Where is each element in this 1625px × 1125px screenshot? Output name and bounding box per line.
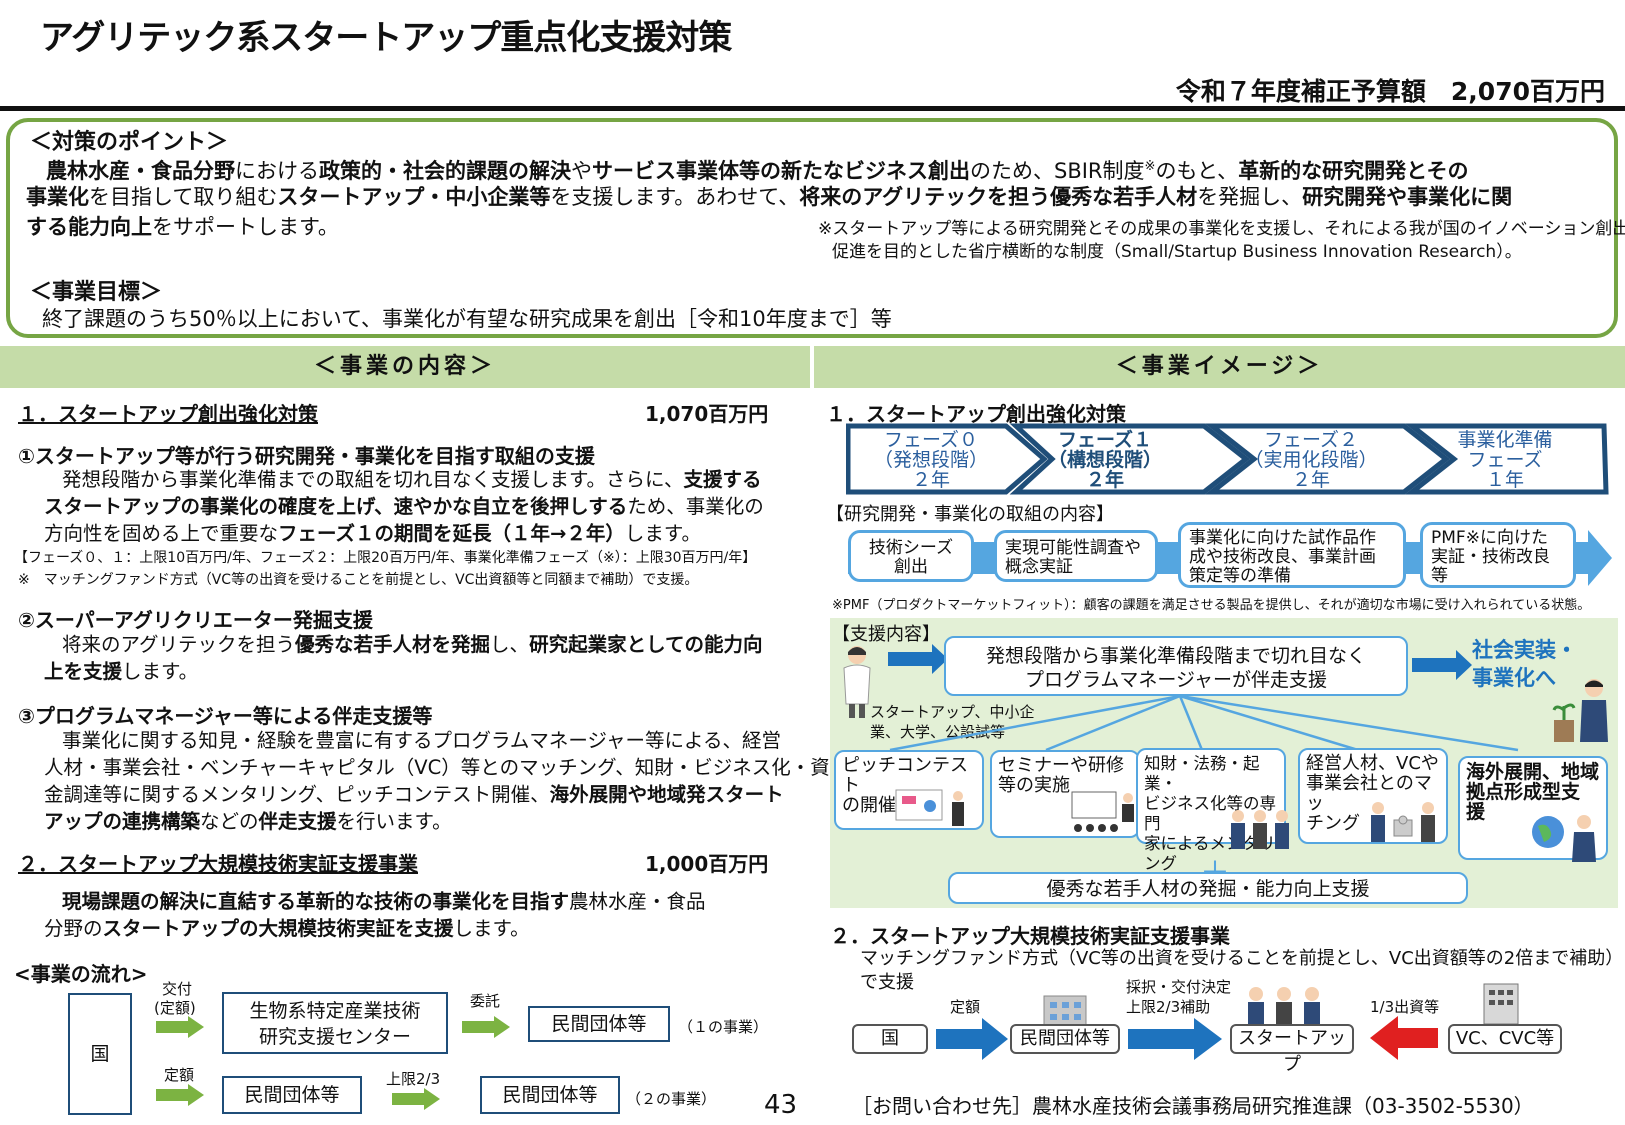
- item-1-note-1: 【フェーズ０、１：上限10百万円/年、フェーズ２：上限20百万円/年、事業化準備…: [14, 550, 757, 566]
- image-bar: ＜事業イメージ＞: [814, 346, 1625, 388]
- flow-country-box: 国: [68, 993, 132, 1115]
- right-flow-fixed-label: 定額: [950, 998, 981, 1016]
- rd-box-prototype: 事業化に向けた試作品作 成や技術改良、事業計画 策定等の準備: [1178, 522, 1406, 588]
- flow-note-1: （１の事業）: [678, 1018, 769, 1036]
- right-flow-arrow-red: [1370, 1016, 1438, 1060]
- rd-label: 【研究開発・事業化の取組の内容】: [826, 504, 1114, 525]
- flow-arrow-2: [462, 1016, 510, 1038]
- flow-org-1-box: 民間団体等: [528, 1006, 670, 1042]
- flow-title: <事業の流れ>: [14, 962, 148, 986]
- pitch-screen-icon: [895, 789, 964, 826]
- phase-prep: 事業化準備 フェーズ １年: [1457, 429, 1553, 491]
- points-line-2: 事業化を目指して取り組むスタートアップ・中小企業等を支援します。あわせて、将来の…: [26, 185, 1513, 209]
- goal-text: 終了課題のうち50％以上において、事業化が有望な研究成果を創出［令和10年度まで…: [42, 307, 892, 331]
- sbir-note-1: ※スタートアップ等による研究開発とその成果の事業化を支援し、それによる我が国のイ…: [818, 219, 1625, 239]
- right-flow-arrow-2: [1128, 1018, 1222, 1060]
- right-flow-invest-label: 1/3出資等: [1370, 998, 1440, 1016]
- phase-1: フェーズ１ （構想段階） ２年: [1047, 429, 1162, 491]
- flow-org-3-box: 民間団体等: [480, 1076, 620, 1114]
- support-main-box: 発想段階から事業化準備段階まで切れ目なく プログラムマネージャーが伴走支援: [944, 636, 1408, 696]
- item-1-line-1: 発想段階から事業化準備までの取組を切れ目なく支援します。さらに、支援する: [62, 468, 762, 491]
- right-flow-country: 国: [852, 1024, 928, 1054]
- flow-center-box: 生物系特定産業技術 研究支援センター: [222, 992, 448, 1054]
- mentors-icon: [1231, 810, 1289, 849]
- flow-entrust-label: 委託: [470, 992, 501, 1010]
- flow-grant-fixed-label: (定額): [154, 999, 196, 1017]
- section-2-line-1: 現場課題の解決に直結する革新的な技術の事業化を目指す農林水産・食品: [62, 890, 706, 913]
- right-flow-arrow-1: [936, 1018, 1008, 1060]
- rd-box-pmf: PMF※に向けた 実証・技術改良等: [1420, 522, 1576, 588]
- flow-arrow-4: [392, 1088, 440, 1110]
- globe-businessman-icon: [1532, 815, 1596, 862]
- item-3-line-4: アップの連携構築などの伴走支援を行います。: [44, 810, 452, 833]
- support-connectors: [889, 694, 1519, 752]
- contents-bar: ＜事業の内容＞: [0, 346, 810, 388]
- handshake-puzzle-icon: [1371, 802, 1435, 842]
- item-3-line-2: 人材・事業会社・ベンチャーキャピタル（VC）等とのマッチング、知財・ビジネス化・…: [44, 756, 830, 779]
- right-section-2-line-1: マッチングファンド方式（VC等の出資を受けることを前提とし、VC出資額等の2倍ま…: [860, 948, 1624, 969]
- item-2-title: ②スーパーアグリクリエーター発掘支援: [18, 608, 373, 632]
- right-flow-limit-label: 上限2/3補助: [1126, 998, 1211, 1016]
- flow-arrow-3: [156, 1084, 204, 1106]
- page-title: アグリテック系スタートアップ重点化支援対策: [40, 18, 732, 58]
- item-2-line-1: 将来のアグリテックを担う優秀な若手人材を発掘し、研究起業家としての能力向: [62, 633, 763, 656]
- flow-grant-label: 交付: [162, 980, 193, 998]
- item-2-line-2: 上を支援します。: [44, 660, 199, 683]
- support-main-arrow-right: [1412, 650, 1472, 680]
- title-rule: [0, 106, 1625, 111]
- rd-box-feasibility: 実現可能性調査や 概念実証: [994, 530, 1158, 582]
- flow-arrow-1: [156, 1016, 204, 1038]
- support-label: 【支援内容】: [832, 624, 940, 645]
- right-flow-adopt-label: 採択・交付決定: [1126, 978, 1232, 996]
- flow-note-2: （２の事業）: [626, 1090, 717, 1108]
- phase-2: フェーズ２ （実用化段階） ２年: [1244, 429, 1378, 491]
- seminar-icon: [1071, 791, 1134, 832]
- item-1-line-3: 方向性を固める上で重要なフェーズ１の期間を延長（１年→２年）します。: [44, 522, 701, 545]
- flow-fixed-label: 定額: [164, 1066, 195, 1084]
- right-flow-startup: スタートアップ: [1230, 1024, 1354, 1075]
- flow-limit-label: 上限2/3: [386, 1070, 441, 1088]
- startup-team-icon: [1248, 987, 1320, 1026]
- left-section-2-title: ２．スタートアップ大規模技術実証支援事業: [18, 852, 418, 876]
- page-number: 43: [764, 1090, 798, 1120]
- right-flow-vc: VC、CVC等: [1448, 1024, 1562, 1054]
- item-3-title: ③プログラムマネージャー等による伴走支援等: [18, 704, 433, 728]
- item-1-note-2: ※ マッチングファンド方式（VC等の出資を受けることを前提とし、VC出資額等と同…: [18, 572, 699, 588]
- contact-info: ［お問い合わせ先］農林水産技術会議事務局研究推進課（03-3502-5530）: [852, 1094, 1534, 1118]
- support-main-arrow-left: [888, 644, 948, 674]
- goal-heading: ＜事業目標＞: [30, 280, 163, 305]
- points-line-1: 農林水産・食品分野における政策的・社会的課題の解決やサービス事業体等の新たなビジ…: [46, 159, 1469, 183]
- item-3-line-3: 金調達等に関するメンタリング、ピッチコンテスト開催、海外展開や地域発スタート: [44, 783, 784, 806]
- talent-box: 優秀な若手人材の発掘・能力向上支援: [948, 872, 1468, 904]
- left-section-1-title: １．スタートアップ創出強化対策: [18, 402, 318, 426]
- item-3-line-1: 事業化に関する知見・経験を豊富に有するプログラムマネージャー等による、経営: [62, 729, 781, 752]
- phase-0: フェーズ０ （発想段階） ２年: [873, 429, 988, 491]
- budget-amount: 令和７年度補正予算額 2,070百万円: [1175, 77, 1605, 106]
- points-line-3: する能力向上をサポートします。: [26, 215, 339, 239]
- section-2-line-2: 分野のスタートアップの大規模技術実証を支援します。: [44, 917, 530, 940]
- flow-org-2-box: 民間団体等: [222, 1076, 362, 1114]
- rd-box-seeds: 技術シーズ 創出: [848, 530, 974, 582]
- right-section-2-title: ２．スタートアップ大規模技術実証支援事業: [830, 924, 1230, 948]
- left-section-1-amount: 1,070百万円: [645, 402, 769, 426]
- right-section-2-line-2: で支援: [860, 972, 914, 993]
- sbir-note-2: 促進を目的とした省庁横断的な制度（Small/Startup Business …: [832, 242, 1522, 262]
- item-1-title: ①スタートアップ等が行う研究開発・事業化を目指す取組の支援: [18, 444, 595, 468]
- vc-building-icon: [1483, 983, 1519, 1024]
- right-flow-org: 民間団体等: [1010, 1024, 1120, 1054]
- pmf-note: ※PMF（プロダクトマーケットフィット）：顧客の課題を満足させる製品を提供し、そ…: [832, 598, 1591, 613]
- left-section-2-amount: 1,000百万円: [645, 852, 769, 876]
- item-1-line-2: スタートアップの事業化の確度を上げ、速やかな自立を後押しするため、事業化の: [44, 495, 764, 518]
